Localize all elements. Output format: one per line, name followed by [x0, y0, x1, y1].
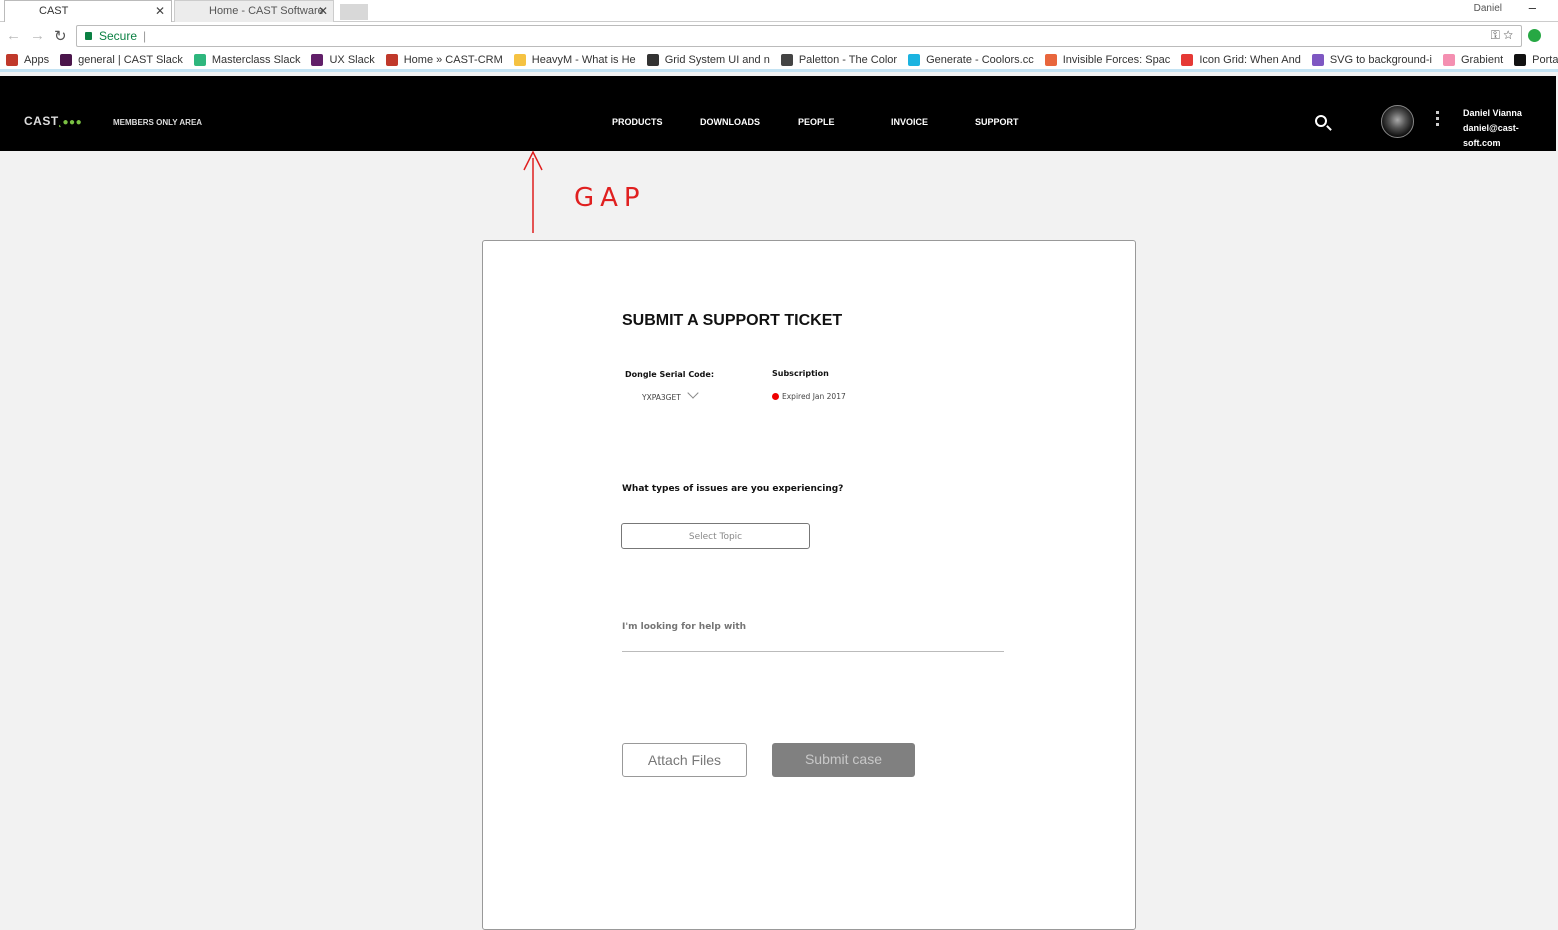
bookmark-icon — [311, 53, 324, 66]
bookmark-icon — [1311, 53, 1324, 66]
nav-people[interactable]: PEOPLE — [798, 117, 835, 127]
search-icon[interactable] — [1315, 115, 1327, 127]
more-options-icon[interactable] — [1436, 111, 1440, 129]
bookmark-icon — [513, 53, 526, 66]
bookmark-icon — [6, 53, 18, 66]
reload-icon[interactable]: ↻ — [54, 27, 67, 45]
nav-invoice[interactable]: INVOICE — [891, 117, 928, 127]
support-ticket-card: SUBMIT A SUPPORT TICKET Dongle Serial Co… — [482, 240, 1136, 930]
logo-text: CAST — [24, 114, 59, 128]
avatar[interactable] — [1381, 105, 1414, 138]
submit-case-button[interactable]: Submit case — [772, 743, 915, 777]
minimize-icon[interactable]: – — [1529, 0, 1536, 15]
bookmark-item[interactable]: Icon Grid: When And — [1181, 53, 1301, 66]
issue-question: What types of issues are you experiencin… — [622, 484, 844, 494]
bookmark-icon — [780, 53, 793, 66]
subscription-label: Subscription — [772, 369, 829, 378]
bookmark-item[interactable]: Apps — [6, 53, 50, 66]
cast-logo[interactable]: CAST˛●●● — [24, 114, 82, 128]
bookmark-label: Grid System UI and n — [664, 53, 770, 66]
bookmark-icon — [60, 53, 73, 66]
nav-support[interactable]: SUPPORT — [975, 117, 1019, 127]
bookmark-item[interactable]: Masterclass Slack — [193, 53, 301, 66]
help-input[interactable] — [622, 603, 1004, 652]
bookmark-item[interactable]: Paletton - The Color — [780, 53, 898, 66]
secure-label: Secure — [99, 29, 138, 43]
browser-profile[interactable]: Daniel — [1474, 3, 1502, 14]
bookmark-icon — [1044, 53, 1057, 66]
dongle-label: Dongle Serial Code: — [625, 370, 715, 379]
bookmark-item[interactable]: Grid System UI and n — [646, 53, 770, 66]
page-title: SUBMIT A SUPPORT TICKET — [622, 312, 843, 329]
bookmark-label: SVG to background-i — [1329, 53, 1432, 66]
chevron-down-icon — [687, 387, 699, 399]
bookmark-item[interactable]: Home » CAST-CRM — [385, 53, 503, 66]
bookmark-icon — [193, 53, 206, 66]
bookmark-item[interactable]: SVG to background-i — [1311, 53, 1432, 66]
close-tab-icon[interactable]: ✕ — [155, 4, 165, 18]
bookmark-label: UX Slack — [329, 53, 375, 66]
dongle-value: YXPA3GET — [642, 393, 681, 402]
user-email: daniel@cast-soft.com — [1463, 123, 1519, 148]
logo-dots-icon: ˛●●● — [58, 117, 83, 128]
bookmark-icon — [1181, 53, 1194, 66]
tab-cast[interactable]: CAST ✕ — [4, 0, 172, 22]
bookmark-label: Grabient — [1460, 53, 1504, 66]
site-header: CAST˛●●● MEMBERS ONLY AREA PRODUCTS DOWN… — [0, 76, 1556, 151]
bookmark-icon — [385, 53, 398, 66]
bookmark-icon — [1442, 53, 1455, 66]
bookmark-icon — [1514, 53, 1527, 66]
bookmark-label: Invisible Forces: Spac — [1062, 53, 1171, 66]
url-input[interactable]: Secure | ⚿ ☆ — [76, 25, 1522, 47]
grammarly-extension-icon[interactable] — [1528, 29, 1541, 42]
bookmark-item[interactable]: UX Slack — [311, 53, 375, 66]
status-dot-icon — [772, 393, 779, 400]
nav-downloads[interactable]: DOWNLOADS — [700, 117, 760, 127]
bookmark-icon — [646, 53, 659, 66]
status-text: Expired Jan 2017 — [782, 392, 846, 401]
bookmark-label: Paletton - The Color — [798, 53, 898, 66]
annotation-text: GAP — [574, 183, 646, 213]
new-tab-button[interactable] — [340, 4, 368, 20]
bookmark-label: Porta Estel·lar | — [1532, 53, 1558, 66]
bookmark-label: Generate - Coolors.cc — [926, 53, 1034, 66]
bookmark-item[interactable]: Generate - Coolors.cc — [908, 53, 1034, 66]
back-icon[interactable]: ← — [6, 27, 21, 44]
bookmark-label: general | CAST Slack — [78, 53, 183, 66]
tab-home-cast-software[interactable]: Home - CAST Software ✕ — [174, 0, 334, 22]
address-bar-row: ← → ↻ Secure | ⚿ ☆ — [0, 22, 1558, 50]
bookmark-item[interactable]: Invisible Forces: Spac — [1044, 53, 1171, 66]
bookmark-item[interactable]: Grabient — [1442, 53, 1504, 66]
annotation-arrow-head — [523, 150, 543, 171]
attach-files-button[interactable]: Attach Files — [622, 743, 747, 777]
key-star-icons[interactable]: ⚿ ☆ — [1491, 28, 1513, 43]
bookmark-item[interactable]: Porta Estel·lar | — [1514, 53, 1558, 66]
bookmark-icon — [908, 53, 921, 66]
bookmark-label: Icon Grid: When And — [1199, 53, 1301, 66]
bookmark-label: Home » CAST-CRM — [403, 53, 503, 66]
user-info: Daniel Vianna daniel@cast-soft.com — [1463, 106, 1556, 151]
user-name: Daniel Vianna — [1463, 108, 1522, 118]
tab-label: Home - CAST Software — [209, 5, 324, 17]
bookmark-label: HeavyM - What is He — [531, 53, 636, 66]
bookmark-label: Masterclass Slack — [211, 53, 301, 66]
browser-tab-bar: CAST ✕ Home - CAST Software ✕ Daniel – — [0, 0, 1558, 22]
close-tab-icon[interactable]: ✕ — [318, 4, 328, 18]
topic-select[interactable]: Select Topic — [621, 523, 810, 549]
forward-icon[interactable]: → — [30, 27, 45, 44]
nav-products[interactable]: PRODUCTS — [612, 117, 663, 127]
bookmarks-bar: Apps general | CAST Slack Masterclass Slac… — [0, 50, 1558, 72]
tab-label: CAST — [39, 5, 69, 17]
members-only-label: MEMBERS ONLY AREA — [113, 118, 203, 127]
subscription-status: Expired Jan 2017 — [772, 392, 846, 401]
bookmark-item[interactable]: HeavyM - What is He — [513, 53, 636, 66]
bookmark-label: Apps — [24, 53, 50, 66]
bookmark-item[interactable]: general | CAST Slack — [60, 53, 183, 66]
lock-icon — [85, 32, 92, 40]
dongle-select[interactable]: YXPA3GET — [642, 387, 699, 402]
